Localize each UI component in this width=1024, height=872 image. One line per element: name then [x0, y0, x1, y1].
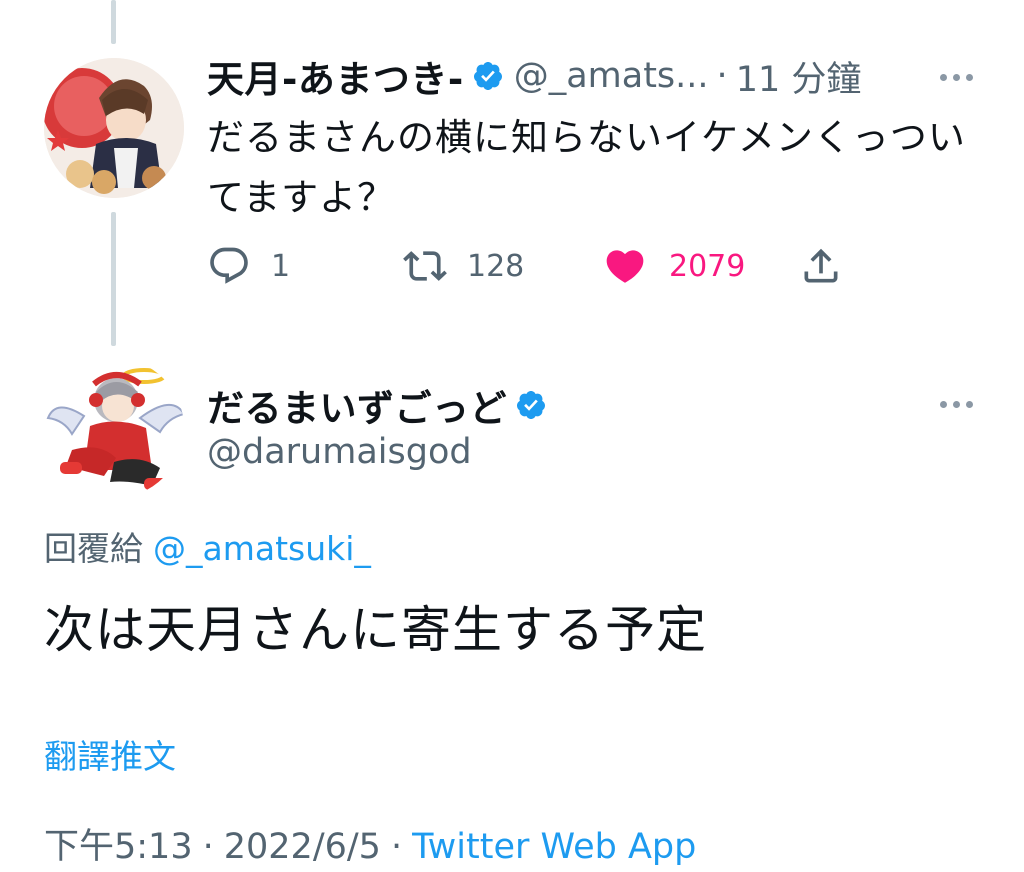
reply-icon	[210, 247, 248, 284]
reply-count: 1	[271, 248, 291, 284]
more-options-icon[interactable]	[940, 401, 973, 408]
avatar-darumaisgod-image	[44, 358, 184, 498]
verified-badge-icon	[472, 60, 504, 92]
avatar-amatsuki-image	[44, 58, 184, 198]
share-button[interactable]	[799, 240, 843, 292]
tweet-source-link[interactable]: Twitter Web App	[412, 827, 696, 867]
separator-dot: ·	[716, 56, 728, 96]
retweet-count: 128	[467, 248, 525, 284]
thread-line-connector	[111, 212, 116, 346]
tweet2-author-name[interactable]: だるまいずごっど	[207, 378, 507, 432]
tweet1-handle[interactable]: @_amats...	[514, 56, 709, 96]
separator-dot: ·	[390, 827, 403, 867]
avatar-amatsuki[interactable]	[44, 58, 184, 198]
tweet2-handle[interactable]: @darumaisgod	[207, 432, 472, 472]
heart-icon	[606, 250, 644, 283]
tweet1-author-name[interactable]: 天月-あまつき-	[207, 49, 464, 103]
tweet-date[interactable]: 2022/6/5	[224, 827, 381, 867]
tweet1-text: だるまさんの横に知らないイケメンくっついてますよ？	[207, 116, 966, 219]
like-button[interactable]: 2079	[603, 240, 745, 292]
avatar-darumaisgod[interactable]	[44, 358, 184, 498]
retweet-button[interactable]: 128	[403, 240, 524, 292]
retweet-icon	[403, 251, 447, 281]
translate-tweet-link[interactable]: 翻譯推文	[44, 730, 176, 778]
tweet1-timestamp[interactable]: 11 分鐘	[736, 51, 862, 102]
verified-badge-icon	[515, 389, 547, 421]
tweet-metadata: 下午5:13 · 2022/6/5 · Twitter Web App	[44, 818, 696, 869]
thread-line-top	[111, 0, 116, 44]
reply-mention-link[interactable]: @_amatsuki_	[153, 529, 371, 568]
reply-button[interactable]: 1	[207, 240, 290, 292]
tweet1-action-bar: 1 128 2079	[207, 240, 867, 292]
tweet2-text: 次は天月さんに寄生する予定	[44, 601, 707, 659]
like-count: 2079	[669, 248, 746, 284]
more-options-icon[interactable]	[940, 74, 973, 81]
replying-to-label: 回覆給	[44, 529, 143, 568]
separator-dot: ·	[202, 827, 214, 867]
tweet-time[interactable]: 下午5:13	[44, 827, 193, 867]
share-icon	[804, 248, 838, 283]
replying-to: 回覆給 @_amatsuki_	[44, 522, 371, 570]
